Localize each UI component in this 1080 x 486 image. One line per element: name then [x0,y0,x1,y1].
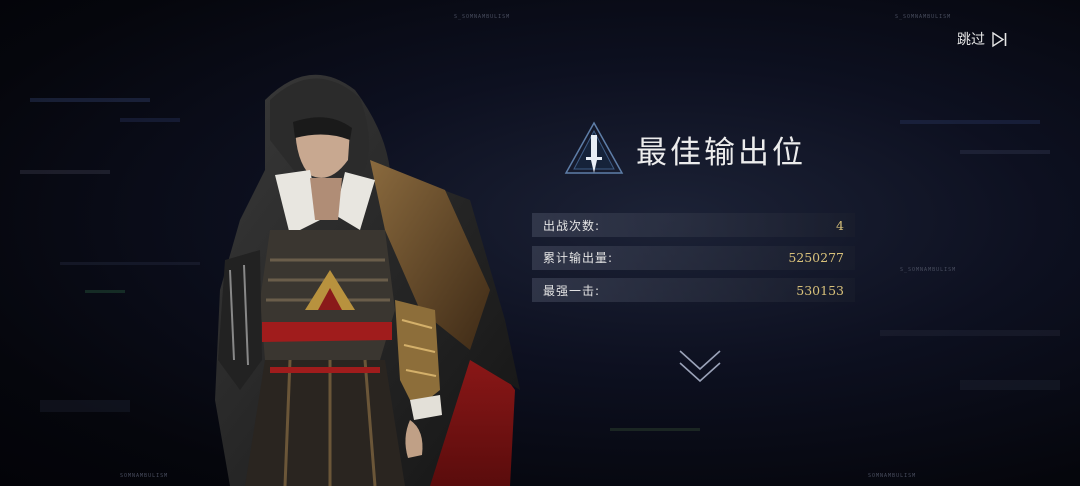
skip-label: 跳过 [957,32,985,48]
stat-label: 出战次数: [543,218,601,233]
stat-label: 最强一击: [543,283,601,298]
stat-row-battles: 出战次数: 4 [532,213,855,237]
stat-label: 累计输出量: [543,251,614,265]
skip-forward-icon [992,31,1007,47]
skip-button[interactable]: 跳过 [957,29,1008,49]
chevron-double-down-icon[interactable] [677,347,723,387]
stat-value: 5250277 [788,250,844,265]
result-title: 最佳输出位 [636,134,806,171]
stat-row-max-hit: 最强一击: 530153 [532,278,855,302]
stat-value: 530153 [796,282,844,298]
stats-panel: 出战次数: 4 累计输出量: 5250277 最强一击: 530153 [532,213,855,311]
dagger-triangle-icon [564,121,624,174]
game-result-screen: S_SOMNAMBULISM S_SOMNAMBULISM S_SOMNAMBU… [0,0,1080,486]
stat-value: 4 [836,217,844,233]
stat-row-total-damage: 累计输出量: 5250277 [532,245,855,270]
result-title-row: 最佳输出位 [562,117,806,181]
character-portrait [215,74,520,486]
